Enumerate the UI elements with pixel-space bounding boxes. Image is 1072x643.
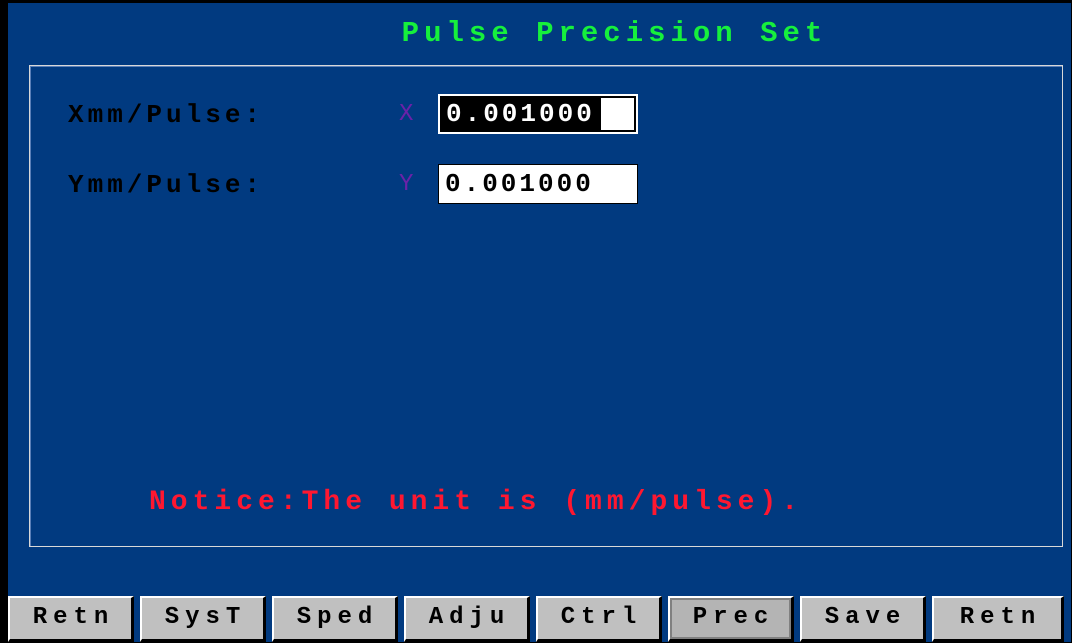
- y-precision-label: Ymm/Pulse:: [68, 170, 265, 200]
- precision-screen: Pulse Precision Set Xmm/Pulse: X 0.00100…: [0, 0, 1072, 643]
- settings-panel: Xmm/Pulse: X 0.001000 Ymm/Pulse: Y 0.001…: [29, 65, 1063, 547]
- x-precision-value: 0.001000: [440, 98, 601, 130]
- prec-button[interactable]: Prec: [668, 596, 794, 642]
- x-precision-input[interactable]: 0.001000: [438, 94, 638, 134]
- adju-button[interactable]: Adju: [404, 596, 530, 642]
- unit-notice: Notice:The unit is (mm/pulse).: [149, 487, 804, 518]
- x-precision-label: Xmm/Pulse:: [68, 100, 265, 130]
- function-key-bar: Retn SysT Sped Adju Ctrl Prec Save Retn: [8, 596, 1071, 642]
- y-precision-value: 0.001000: [445, 169, 594, 199]
- retn-button-right[interactable]: Retn: [932, 596, 1064, 642]
- y-axis-letter: Y: [399, 171, 414, 198]
- x-axis-letter: X: [399, 101, 414, 128]
- syst-button[interactable]: SysT: [140, 596, 266, 642]
- save-button[interactable]: Save: [800, 596, 926, 642]
- y-precision-input[interactable]: 0.001000: [438, 164, 638, 204]
- retn-button[interactable]: Retn: [8, 596, 134, 642]
- page-title: Pulse Precision Set: [401, 17, 828, 50]
- sped-button[interactable]: Sped: [272, 596, 398, 642]
- ctrl-button[interactable]: Ctrl: [536, 596, 662, 642]
